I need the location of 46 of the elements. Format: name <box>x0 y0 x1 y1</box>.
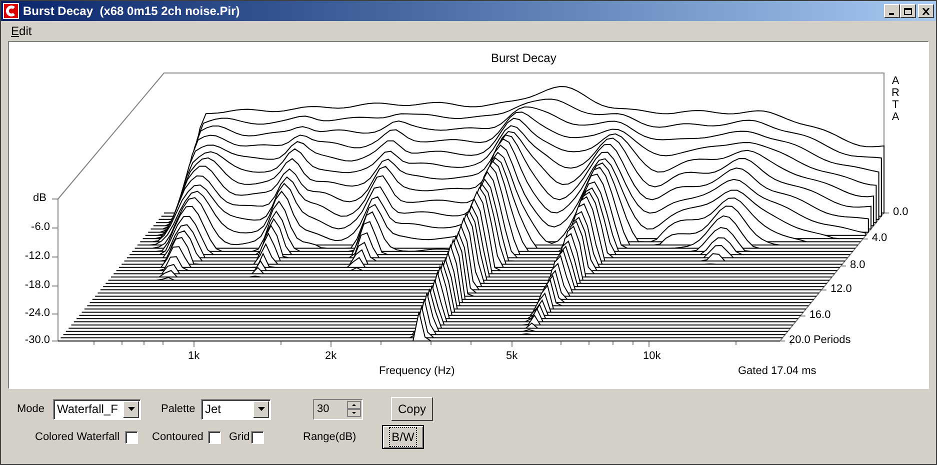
axis-tick-label: 10k <box>643 351 661 362</box>
spin-arrows-icon <box>347 401 361 417</box>
axis-tick-label: 16.0 <box>809 310 831 321</box>
axis-tick-label: -18.0 <box>24 280 50 291</box>
dropdown[interactable]: Waterfall_F <box>53 398 141 420</box>
maximize-button[interactable] <box>900 4 916 18</box>
window-title: Burst Decay (x68 0m15 2ch noise.Pir) <box>23 3 240 20</box>
checkbox[interactable] <box>251 430 264 444</box>
field-label: Range(dB) <box>303 430 358 445</box>
close-button[interactable] <box>918 4 934 18</box>
spin-value: 30 <box>316 404 330 414</box>
axis-tick-label: -30.0 <box>24 335 50 346</box>
axis-label: dB <box>33 193 46 204</box>
checkbox[interactable] <box>125 430 138 444</box>
axis-tick-label: 20.0 Periods <box>789 335 851 346</box>
app-logo-icon <box>3 3 19 19</box>
chart-title: Burst Decay <box>491 52 556 64</box>
action-button[interactable]: B/W <box>382 425 424 449</box>
close-icon <box>922 8 930 14</box>
axis-tick-label: -6.0 <box>30 222 50 233</box>
axis-tick-label: 1k <box>188 351 200 362</box>
spin-box[interactable]: 30 <box>313 398 363 420</box>
menu-item[interactable]: Edit <box>5 22 38 40</box>
maximize-icon <box>904 8 912 14</box>
field-label: Mode <box>17 402 46 417</box>
checkbox-label: Colored Waterfall <box>35 430 121 445</box>
field-label: Palette <box>161 402 196 417</box>
axis-tick-label: 12.0 <box>830 284 852 295</box>
checkbox-label: Grid <box>229 430 251 445</box>
gating-note: Gated 17.04 ms <box>738 366 816 377</box>
axis-tick-label: 0.0 <box>893 207 908 218</box>
checkbox[interactable] <box>208 430 221 444</box>
minimize-button[interactable] <box>884 4 900 18</box>
axis-tick-label: 2k <box>325 351 337 362</box>
axis-tick-label: -12.0 <box>24 251 50 262</box>
action-button[interactable]: Copy <box>391 397 433 421</box>
dropdown-value: Jet <box>204 403 222 415</box>
checkbox-label: Contoured <box>152 430 204 445</box>
axis-tick-label: 4.0 <box>872 233 888 244</box>
axis-label: Frequency (Hz) <box>379 366 455 377</box>
axis-tick-label: -24.0 <box>24 308 50 319</box>
axis-tick-label: 5k <box>506 351 518 362</box>
dropdown[interactable]: Jet <box>201 398 271 420</box>
logo-text: ARTA <box>890 75 900 123</box>
dropdown-value: Waterfall_F <box>56 403 119 415</box>
axis-tick-label: 8.0 <box>850 260 866 271</box>
